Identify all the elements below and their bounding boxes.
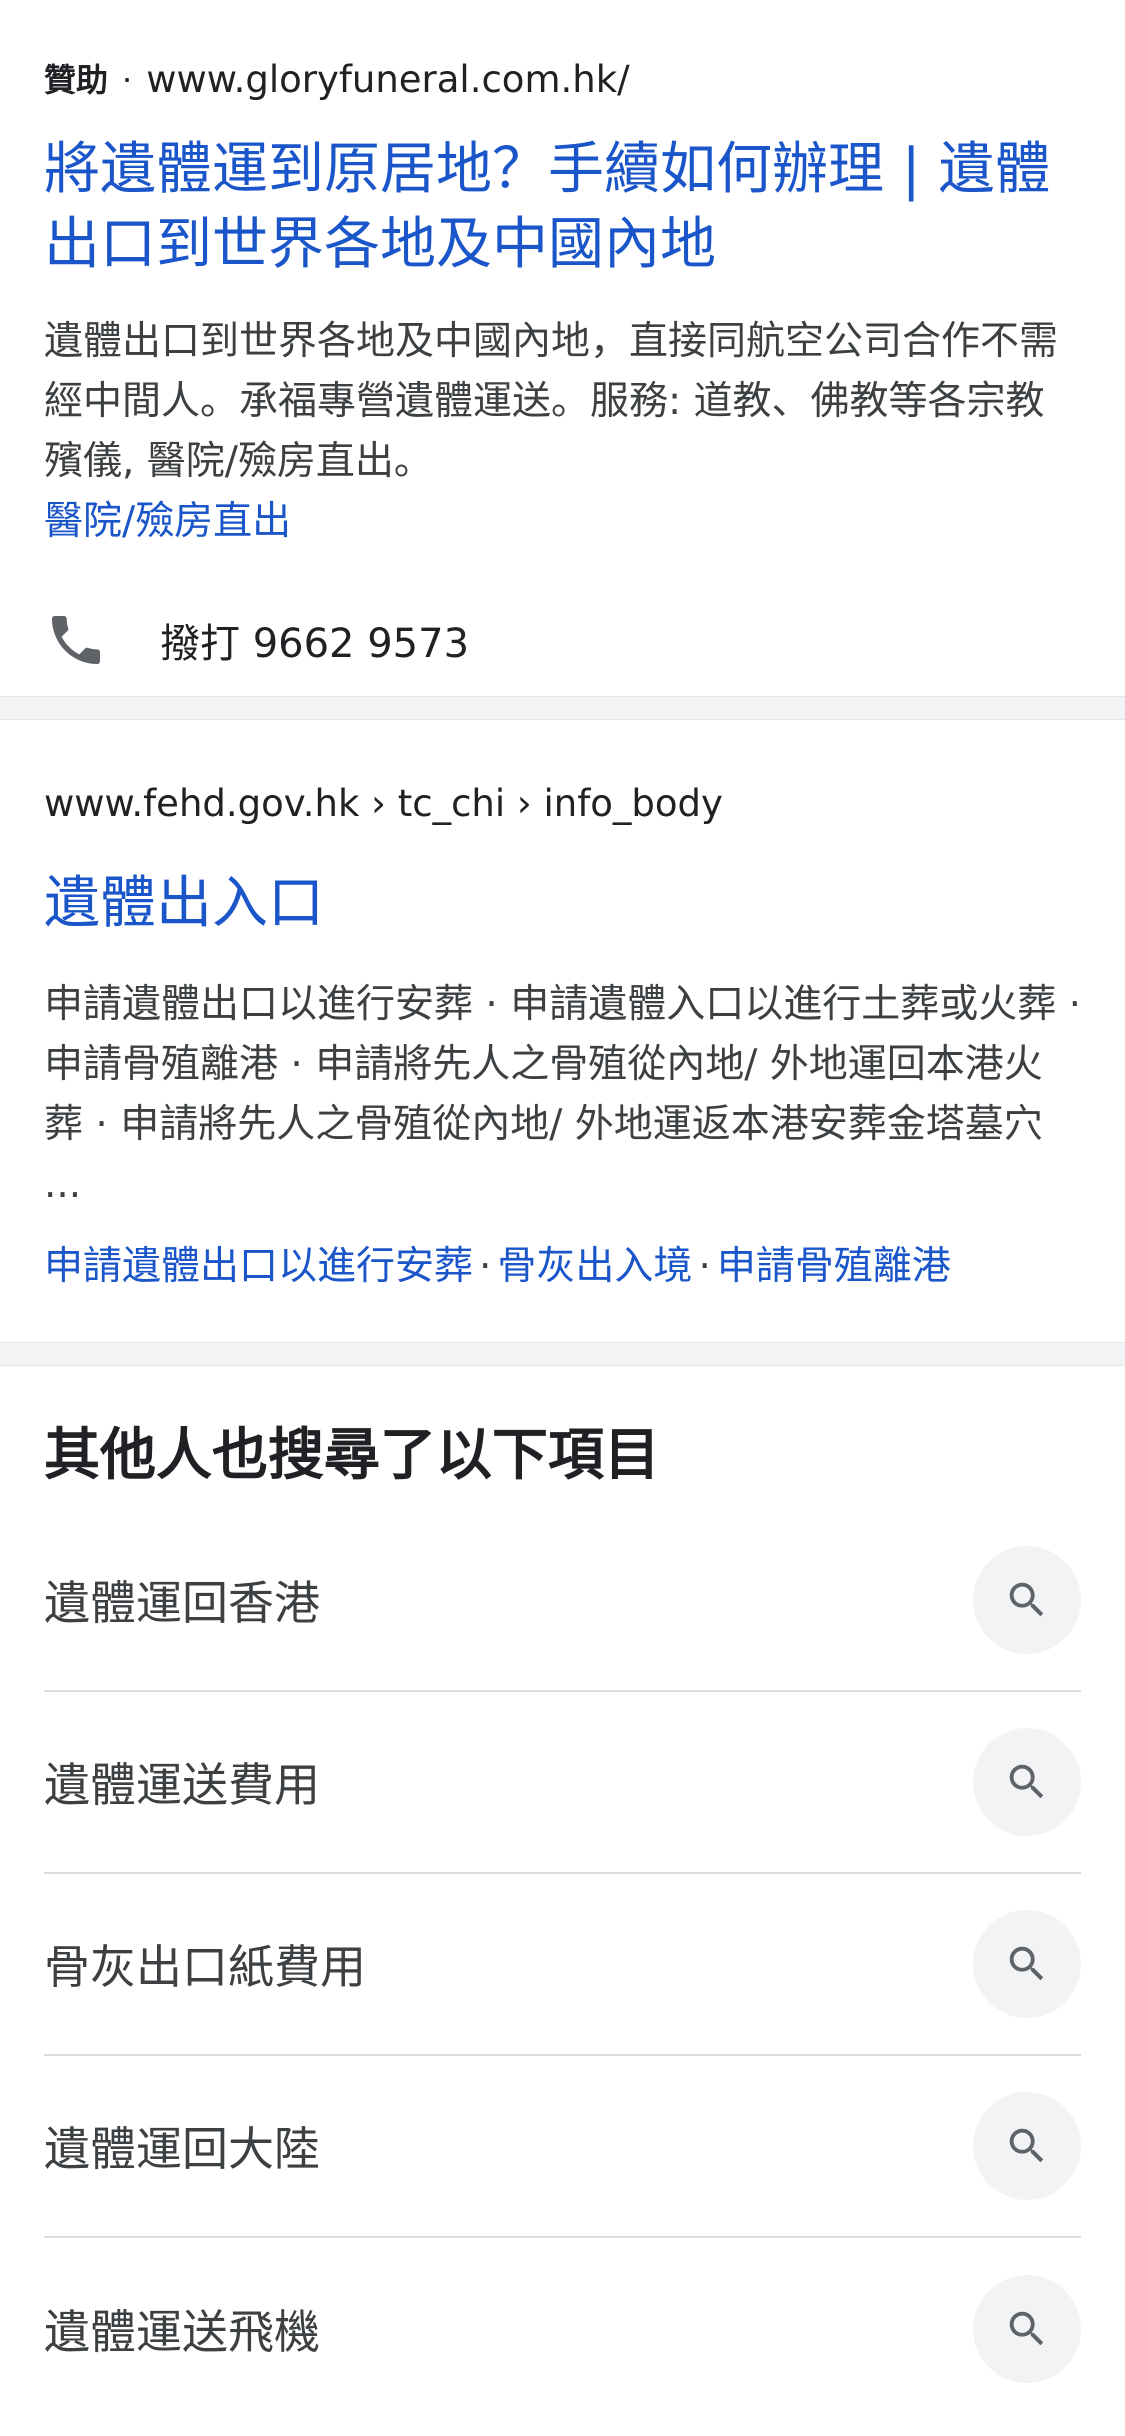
ad-sitelink-hospital[interactable]: 醫院/殮房直出 — [44, 492, 1081, 552]
ad-source-line: 贊助 · www.gloryfuneral.com.hk/ — [44, 56, 1081, 104]
related-search-button[interactable] — [973, 1546, 1081, 1654]
related-search-item[interactable]: 遺體運回香港 — [44, 1510, 1081, 1692]
related-search-label: 遺體運送飛機 — [44, 2305, 320, 2359]
organic-result-title-link[interactable]: 遺體出入口 — [44, 866, 1081, 941]
related-search-label: 遺體運送費用 — [44, 1758, 320, 1812]
search-icon — [1009, 2128, 1044, 2163]
ad-url: www.gloryfuneral.com.hk/ — [146, 58, 630, 101]
related-search-label: 遺體運回香港 — [44, 1576, 320, 1630]
related-searches-heading: 其他人也搜尋了以下項目 — [44, 1423, 660, 1488]
organic-result-card: www.fehd.gov.hk › tc_chi › info_body 遺體出… — [0, 720, 1125, 1342]
sitelink-separator: · — [479, 1244, 492, 1289]
search-icon — [1009, 2311, 1044, 2346]
related-search-label: 骨灰出口紙費用 — [44, 1940, 366, 1994]
sitelink-ashes-immigration[interactable]: 骨灰出入境 — [497, 1244, 692, 1289]
organic-result-snippet: 申請遺體出口以進行安葬 · 申請遺體入口以進行土葬或火葬 · 申請骨殖離港 · … — [44, 982, 1081, 1207]
related-search-item[interactable]: 遺體運回大陸 — [44, 2056, 1081, 2238]
sitelink-bones-departure[interactable]: 申請骨殖離港 — [717, 1244, 951, 1289]
related-search-button[interactable] — [973, 1910, 1081, 2018]
phone-icon — [52, 616, 100, 664]
related-search-label: 遺體運回大陸 — [44, 2122, 320, 2176]
sitelink-export-burial[interactable]: 申請遺體出口以進行安葬 — [44, 1244, 473, 1289]
card-divider — [0, 1342, 1125, 1366]
call-button[interactable]: 撥打 9662 9573 — [44, 600, 1081, 680]
related-search-button[interactable] — [973, 1728, 1081, 1836]
organic-sitelinks: 申請遺體出口以進行安葬 · 骨灰出入境 · 申請骨殖離港 — [44, 1237, 1081, 1297]
related-search-item[interactable]: 遺體運送飛機 — [44, 2238, 1081, 2420]
related-search-item[interactable]: 遺體運送費用 — [44, 1692, 1081, 1874]
related-search-button[interactable] — [973, 2275, 1081, 2383]
sitelink-separator: · — [698, 1244, 711, 1289]
related-searches-card: 其他人也搜尋了以下項目 遺體運回香港 遺體運送費用 骨灰出口紙費用 遺體運回大陸… — [0, 1366, 1125, 2420]
separator-dot: · — [122, 61, 133, 99]
related-search-item[interactable]: 骨灰出口紙費用 — [44, 1874, 1081, 2056]
search-icon — [1009, 1582, 1044, 1617]
ad-result-card: 贊助 · www.gloryfuneral.com.hk/ 將遺體運到原居地？手… — [0, 0, 1125, 696]
ad-result-snippet: 遺體出口到世界各地及中國內地，直接同航空公司合作不需經中間人。承福專營遺體運送。… — [44, 319, 1059, 484]
result-breadcrumb: www.fehd.gov.hk › tc_chi › info_body — [44, 782, 723, 825]
search-icon — [1009, 1764, 1044, 1799]
card-divider — [0, 696, 1125, 720]
ad-label: 贊助 — [44, 61, 109, 99]
call-label: 撥打 9662 9573 — [160, 621, 470, 667]
search-icon — [1009, 1946, 1044, 1981]
ad-result-title-link[interactable]: 將遺體運到原居地？手續如何辦理 | 遺體出口到世界各地及中國內地 — [44, 132, 1081, 282]
related-search-button[interactable] — [973, 2092, 1081, 2200]
